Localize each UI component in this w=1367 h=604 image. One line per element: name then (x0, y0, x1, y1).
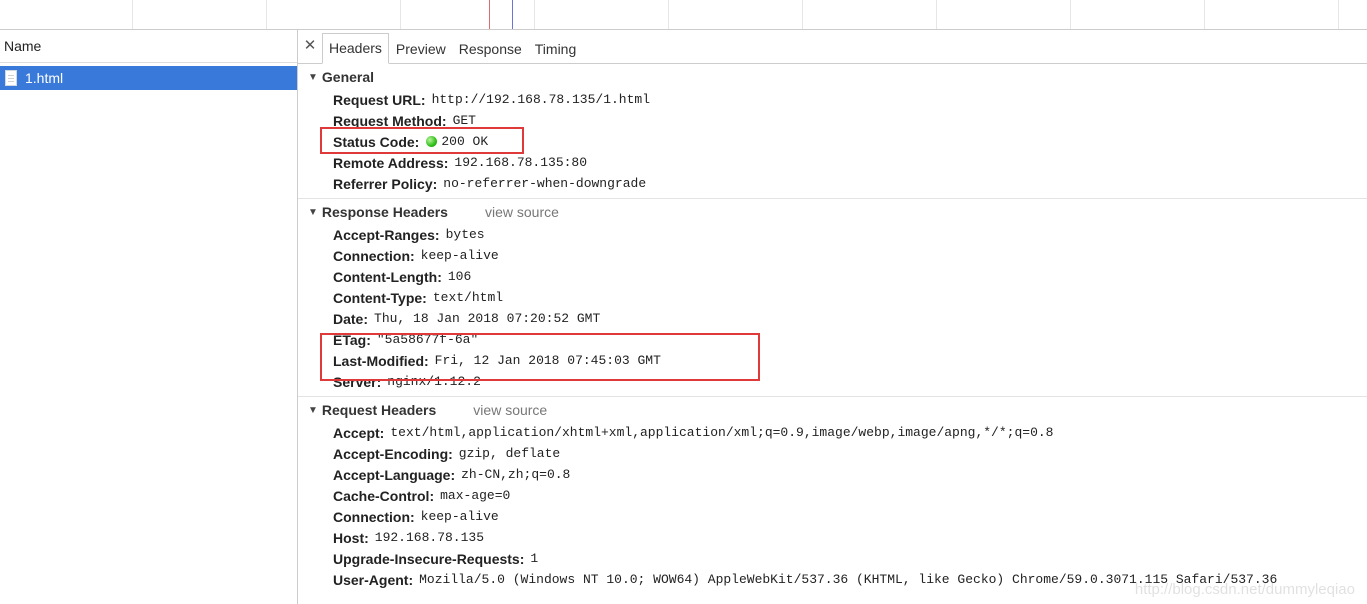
view-source-link[interactable]: view source (473, 402, 547, 418)
name-column-header[interactable]: Name (0, 30, 297, 63)
header-key: Date: (333, 310, 369, 327)
timeline-gridline (936, 0, 937, 29)
header-value: max-age=0 (440, 488, 511, 503)
header-value: text/html,application/xhtml+xml,applicat… (390, 425, 1054, 440)
header-value: Thu, 18 Jan 2018 07:20:52 GMT (374, 311, 601, 326)
header-row: Cache-Control: max-age=0 (298, 485, 1367, 506)
timeline-gridline (1070, 0, 1071, 29)
header-key: Cache-Control: (333, 487, 435, 504)
header-key: Accept-Ranges: (333, 226, 440, 243)
network-timeline[interactable] (0, 0, 1367, 30)
triangle-down-icon: ▼ (308, 404, 318, 416)
header-value: 192.168.78.135:80 (454, 155, 588, 170)
header-value: gzip, deflate (458, 446, 561, 461)
tab-timing[interactable]: Timing (529, 35, 583, 63)
view-source-link[interactable]: view source (485, 204, 559, 220)
section-title: Response Headers (321, 204, 448, 220)
timeline-gridline (132, 0, 133, 29)
header-key: Connection: (333, 247, 415, 264)
tab-response[interactable]: Response (453, 35, 528, 63)
header-value: keep-alive (420, 509, 499, 524)
timeline-gridline (534, 0, 535, 29)
timeline-load-marker (489, 0, 490, 29)
header-row: Content-Type: text/html (298, 287, 1367, 308)
name-column-label: Name (4, 38, 42, 54)
header-row: Remote Address: 192.168.78.135:80 (298, 152, 1367, 173)
header-row: Accept-Ranges: bytes (298, 224, 1367, 245)
header-row: Connection: keep-alive (298, 245, 1367, 266)
tab-preview[interactable]: Preview (390, 35, 452, 63)
header-value: zh-CN,zh;q=0.8 (461, 467, 571, 482)
header-key: Host: (333, 529, 369, 546)
timeline-gridline (1204, 0, 1205, 29)
section-title: General (321, 69, 375, 85)
timeline-gridline (266, 0, 267, 29)
header-key: Request URL: (333, 91, 426, 108)
header-key: Accept: (333, 424, 385, 441)
header-value: keep-alive (420, 248, 499, 263)
request-list-panel: Name 1.html (0, 30, 298, 604)
timeline-domcontentloaded-marker (512, 0, 513, 29)
response-headers-toggle[interactable]: ▼ Response Headers view source (298, 200, 1367, 224)
watermark: http://blog.csdn.net/dummyleqiao (1134, 581, 1355, 598)
header-row: Date: Thu, 18 Jan 2018 07:20:52 GMT (298, 308, 1367, 329)
header-key: Accept-Encoding: (333, 445, 453, 462)
header-value: no-referrer-when-downgrade (443, 176, 647, 191)
tab-headers[interactable]: Headers (322, 33, 389, 64)
triangle-down-icon: ▼ (308, 71, 318, 83)
close-icon[interactable]: ✕ (302, 36, 318, 54)
header-row: Request URL: http://192.168.78.135/1.html (298, 89, 1367, 110)
header-key: Content-Length: (333, 268, 442, 285)
header-row: Referrer Policy: no-referrer-when-downgra… (298, 173, 1367, 194)
header-value: GET (452, 113, 476, 128)
header-row: Accept-Encoding: gzip, deflate (298, 443, 1367, 464)
triangle-down-icon: ▼ (308, 206, 318, 218)
document-icon (5, 70, 17, 86)
request-name: 1.html (25, 70, 64, 86)
header-value: text/html (432, 290, 504, 305)
header-row: Content-Length: 106 (298, 266, 1367, 287)
detail-tabs: ✕ Headers Preview Response Timing (298, 30, 1367, 64)
header-row: Accept-Language: zh-CN,zh;q=0.8 (298, 464, 1367, 485)
header-value: http://192.168.78.135/1.html (431, 92, 650, 107)
header-key: User-Agent: (333, 571, 414, 588)
etag-lastmodified-highlight-box (320, 333, 760, 381)
request-headers-section: ▼ Request Headers view source Accept: tex… (298, 397, 1367, 594)
timeline-gridline (802, 0, 803, 29)
header-key: Accept-Language: (333, 466, 456, 483)
timeline-gridline (400, 0, 401, 29)
header-key: Content-Type: (333, 289, 427, 306)
header-key: Upgrade-Insecure-Requests: (333, 550, 525, 567)
request-headers-toggle[interactable]: ▼ Request Headers view source (298, 398, 1367, 422)
timeline-gridline (1338, 0, 1339, 29)
header-value: 192.168.78.135 (374, 530, 484, 545)
timeline-gridline (668, 0, 669, 29)
request-row-1-html[interactable]: 1.html (0, 66, 297, 90)
header-key: Connection: (333, 508, 415, 525)
header-row: Upgrade-Insecure-Requests: 1 (298, 548, 1367, 569)
header-row: Connection: keep-alive (298, 506, 1367, 527)
header-row: Host: 192.168.78.135 (298, 527, 1367, 548)
header-row: Accept: text/html,application/xhtml+xml,a… (298, 422, 1367, 443)
request-detail-panel: ✕ Headers Preview Response Timing ▼ Gene… (298, 30, 1367, 604)
header-value: 1 (530, 551, 539, 566)
general-section-toggle[interactable]: ▼ General (298, 65, 1367, 89)
header-key: Referrer Policy: (333, 175, 438, 192)
section-title: Request Headers (321, 402, 437, 418)
header-value: bytes (445, 227, 485, 242)
header-key: Remote Address: (333, 154, 449, 171)
header-value: 106 (447, 269, 472, 284)
status-code-highlight-box (320, 127, 524, 154)
